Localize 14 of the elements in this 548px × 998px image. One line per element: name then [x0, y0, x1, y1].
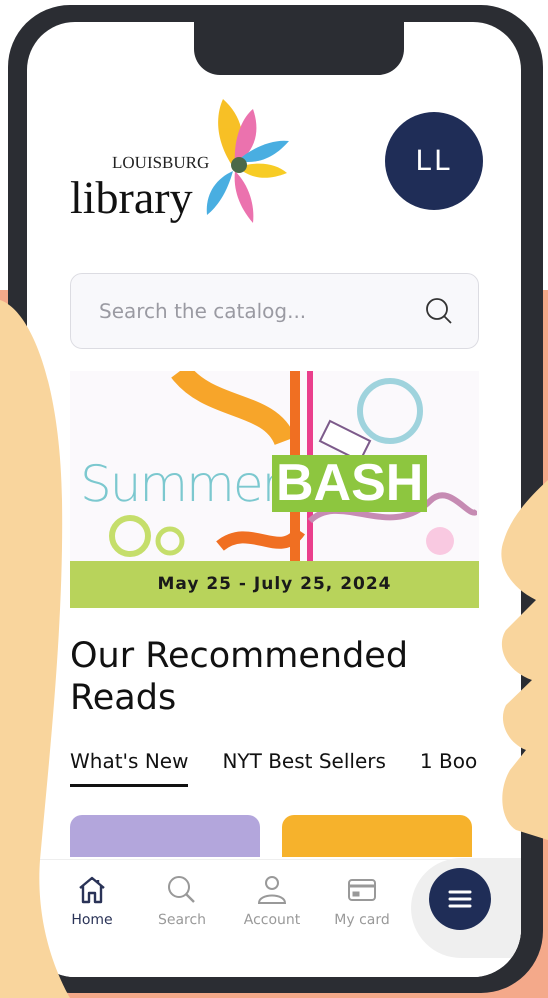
tab[interactable]: 1 Boo [420, 745, 478, 787]
menu-icon [448, 890, 472, 908]
section-heading: Our Recommended Reads [70, 635, 410, 719]
search-icon[interactable] [425, 297, 453, 325]
nav-item[interactable]: Home [48, 874, 136, 931]
tab[interactable]: What's New [70, 745, 188, 787]
search-field[interactable]: Search the catalog... [70, 273, 479, 349]
banner-title: BASH [272, 455, 428, 512]
tab[interactable]: NYT Best Sellers [222, 745, 386, 787]
banner-dates: May 25 - July 25, 2024 [70, 561, 479, 608]
account-icon [256, 874, 288, 906]
logo-wordmark: library [70, 172, 194, 225]
logo-wordmark: LOUISBURG [112, 152, 210, 172]
avatar[interactable]: LL [385, 112, 483, 210]
